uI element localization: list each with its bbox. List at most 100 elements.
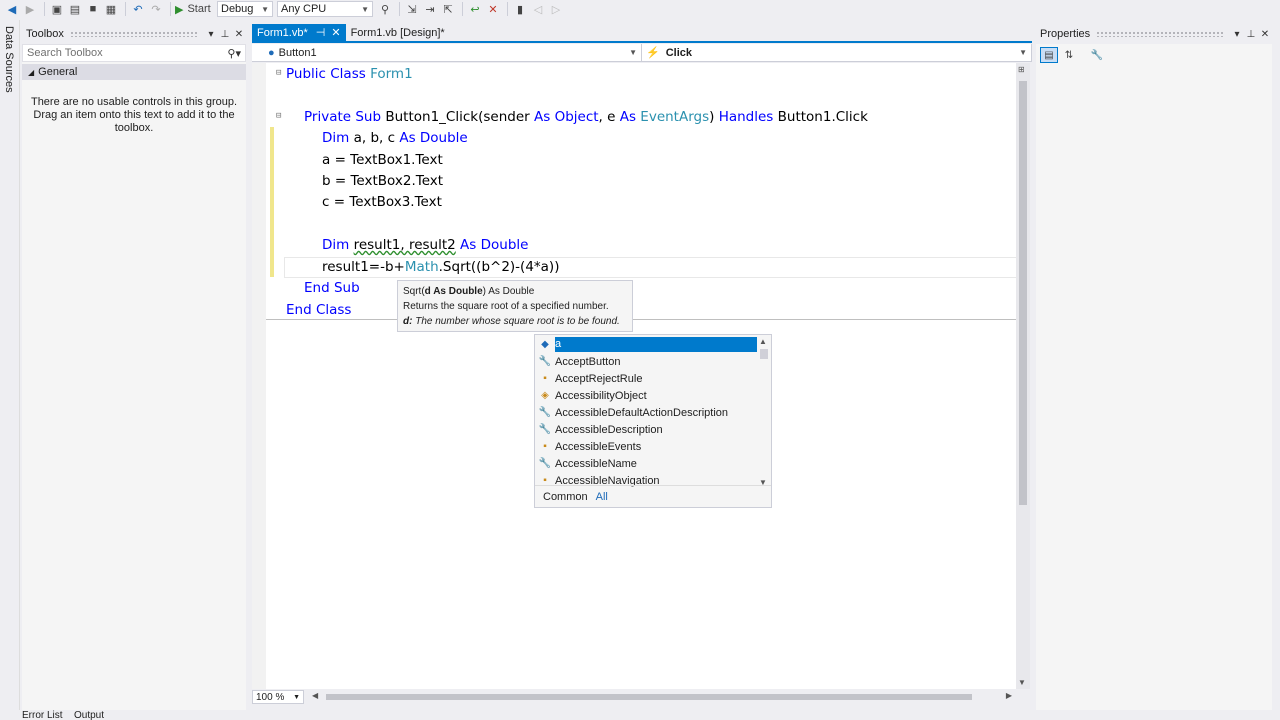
platform-dropdown[interactable]: Any CPU ▼ <box>277 1 373 17</box>
toolbox-group-general[interactable]: ◢ General <box>22 64 246 80</box>
alphabetical-icon[interactable]: ⇅ <box>1060 47 1078 63</box>
save-icon[interactable]: ■ <box>85 1 101 17</box>
scroll-up-icon[interactable]: ▲ <box>759 337 767 346</box>
tab-all[interactable]: All <box>592 491 612 503</box>
pin-icon[interactable]: ⊥ <box>1244 29 1258 40</box>
code-line-5: a = TextBox1.Text <box>322 152 443 168</box>
play-icon: ▶ <box>175 3 184 16</box>
completion-item[interactable]: 🔧 AccessibleDefaultActionDescription <box>535 404 757 421</box>
fold-toggle-icon[interactable]: ⊟ <box>276 111 281 121</box>
zoom-dropdown[interactable]: 100 % ▼ <box>252 690 304 704</box>
main-toolbar: ◀ ▶ ▣ ▤ ■ ▦ ↶ ↷ ▶ Start Debug ▼ Any CPU ▼ … <box>0 0 1280 18</box>
wrench-icon[interactable]: 🔧 <box>1088 47 1106 63</box>
editor-horizontal-scrollbar[interactable]: ◀ ▶ <box>312 691 1012 702</box>
completion-item[interactable]: ◈ AccessibilityObject <box>535 387 757 404</box>
completion-scrollbar[interactable]: ▲ ▼ <box>759 337 769 487</box>
scroll-thumb[interactable] <box>1019 81 1027 505</box>
prev-bookmark-icon[interactable]: ◁ <box>530 1 546 17</box>
code-line-10: result1=-b+Math.Sqrt((b^2)-(4*a)) <box>322 259 560 275</box>
tab-form1-design[interactable]: Form1.vb [Design]* <box>346 24 450 41</box>
editor-vertical-scrollbar[interactable]: ⊞ ▼ <box>1016 63 1030 689</box>
code-line-12: End Class <box>286 302 352 318</box>
bottom-tool-tabs: Error List Output <box>0 710 1280 720</box>
split-icon[interactable]: ⊞ <box>1018 65 1025 74</box>
pin-icon[interactable]: ⊥ <box>218 29 232 40</box>
scroll-thumb[interactable] <box>326 694 972 700</box>
back-icon[interactable]: ◀ <box>4 1 20 17</box>
wrench-icon: 🔧 <box>538 424 552 435</box>
document-tabs: Form1.vb* ⊣ ✕ Form1.vb [Design]* <box>252 24 1032 43</box>
toolbox-search-input[interactable]: Search Toolbox <box>27 47 103 59</box>
forward-icon[interactable]: ▶ <box>22 1 38 17</box>
completion-item[interactable]: 🔧 AcceptButton <box>535 353 757 370</box>
uncomment-icon[interactable]: ✕ <box>485 1 501 17</box>
enum-icon: ▪ <box>543 373 547 384</box>
toolbar-separator <box>399 2 400 16</box>
code-line-1: Public Class Form1 <box>286 66 413 82</box>
config-dropdown[interactable]: Debug ▼ <box>217 1 273 17</box>
tab-output[interactable]: Output <box>74 710 104 720</box>
scroll-left-icon[interactable]: ◀ <box>312 691 318 700</box>
new-project-icon[interactable]: ▣ <box>49 1 65 17</box>
scroll-right-icon[interactable]: ▶ <box>1006 691 1012 700</box>
code-line-3: Private Sub Button1_Click(sender As Obje… <box>304 109 868 125</box>
comment-icon[interactable]: ↩ <box>467 1 483 17</box>
next-bookmark-icon[interactable]: ▷ <box>548 1 564 17</box>
drag-grip[interactable] <box>1096 31 1224 37</box>
dropdown-icon[interactable]: ▾ <box>204 29 218 40</box>
variable-icon: ◆ <box>541 339 549 350</box>
event-dropdown[interactable]: ⚡ Click ▼ <box>642 44 1032 61</box>
scroll-thumb[interactable] <box>760 349 768 359</box>
tab-form1-vb[interactable]: Form1.vb* ⊣ ✕ <box>252 24 346 41</box>
code-navigation-bar: ● Button1 ▼ ⚡ Click ▼ <box>252 44 1032 62</box>
tab-label: Form1.vb [Design]* <box>350 26 445 39</box>
enum-icon: ▪ <box>543 441 547 452</box>
undo-icon[interactable]: ↶ <box>130 1 146 17</box>
object-icon: ● <box>268 46 275 59</box>
editor-margin <box>252 63 266 689</box>
properties-toolbar: ▤ ⇅ 🔧 <box>1036 44 1272 66</box>
scroll-down-icon[interactable]: ▼ <box>1018 678 1026 687</box>
tab-error-list[interactable]: Error List <box>22 710 63 720</box>
redo-icon[interactable]: ↷ <box>148 1 164 17</box>
completion-item-a[interactable]: ◆ a <box>535 336 757 353</box>
step-into-icon[interactable]: ⇲ <box>404 1 420 17</box>
close-icon[interactable]: ✕ <box>232 29 246 40</box>
find-icon[interactable]: ⚲ <box>377 1 393 17</box>
intellisense-list[interactable]: ◆ a 🔧 AcceptButton ▪ AcceptRejectRule ◈ Acce… <box>534 334 772 508</box>
collapse-triangle-icon[interactable]: ◢ <box>28 68 34 77</box>
side-tab-strip: Data Sources <box>0 20 20 710</box>
search-icon[interactable]: ⚲▾ <box>227 47 241 60</box>
open-file-icon[interactable]: ▤ <box>67 1 83 17</box>
code-line-4: Dim a, b, c As Double <box>322 130 468 146</box>
step-out-icon[interactable]: ⇱ <box>440 1 456 17</box>
completion-item[interactable]: 🔧 AccessibleDescription <box>535 421 757 438</box>
start-button[interactable]: ▶ Start <box>175 1 215 17</box>
pin-icon[interactable]: ⊣ <box>316 26 326 39</box>
class-icon: ◈ <box>541 390 549 401</box>
drag-grip[interactable] <box>69 31 198 37</box>
save-all-icon[interactable]: ▦ <box>103 1 119 17</box>
toolbox-search[interactable]: Search Toolbox ⚲▾ <box>22 44 246 62</box>
toolbar-separator <box>462 2 463 16</box>
properties-header: Properties ▾ ⊥ ✕ <box>1036 24 1272 44</box>
bookmark-icon[interactable]: ▮ <box>512 1 528 17</box>
dropdown-icon[interactable]: ▾ <box>1230 29 1244 40</box>
fold-toggle-icon[interactable]: ⊟ <box>276 68 281 78</box>
chevron-down-icon: ▼ <box>261 4 269 14</box>
completion-item[interactable]: 🔧 AccessibleName <box>535 455 757 472</box>
categorized-icon[interactable]: ▤ <box>1040 47 1058 63</box>
class-end-separator <box>266 319 1016 320</box>
data-sources-tab[interactable]: Data Sources <box>3 26 15 93</box>
config-value: Debug <box>221 3 254 15</box>
close-tab-icon[interactable]: ✕ <box>331 26 340 39</box>
close-icon[interactable]: ✕ <box>1258 29 1272 40</box>
code-line-6: b = TextBox2.Text <box>322 173 444 189</box>
step-over-icon[interactable]: ⇥ <box>422 1 438 17</box>
completion-item[interactable]: ▪ AccessibleEvents <box>535 438 757 455</box>
tab-common[interactable]: Common <box>539 491 592 503</box>
toolbar-separator <box>507 2 508 16</box>
tooltip-param: d: The number whose square root is to be… <box>403 316 620 327</box>
object-dropdown[interactable]: ● Button1 ▼ <box>252 44 642 61</box>
completion-item[interactable]: ▪ AcceptRejectRule <box>535 370 757 387</box>
